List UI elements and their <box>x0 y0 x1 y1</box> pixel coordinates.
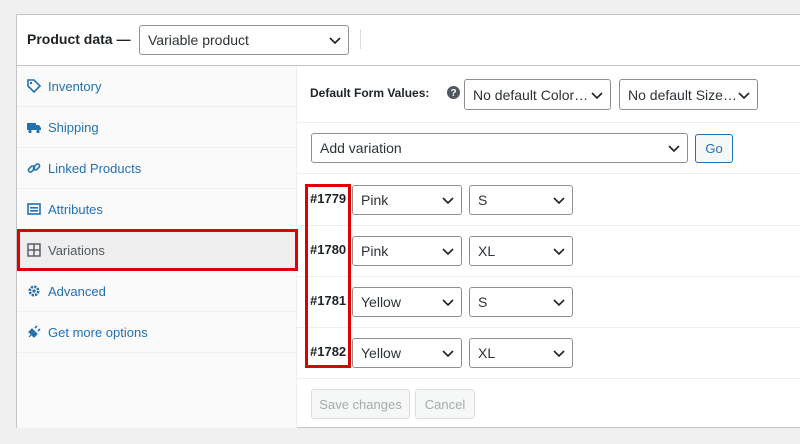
tab-advanced[interactable]: Advanced <box>17 271 296 312</box>
chevron-down-icon <box>442 248 454 256</box>
variation-color-value: Yellow <box>361 345 401 361</box>
list-icon <box>27 203 41 215</box>
chevron-down-icon <box>668 145 680 153</box>
chevron-down-icon <box>553 350 565 358</box>
chevron-down-icon <box>553 248 565 256</box>
variation-color-value: Pink <box>361 192 389 208</box>
default-color-value: No default Color… <box>473 86 589 103</box>
variation-color-select[interactable]: Pink <box>352 185 462 215</box>
default-size-select[interactable]: No default Size… <box>619 79 758 110</box>
variation-color-select[interactable]: Pink <box>352 236 462 266</box>
variation-color-value: Yellow <box>361 294 401 310</box>
variation-row[interactable]: #1779 Pink S <box>297 174 800 225</box>
variation-size-select[interactable]: S <box>469 287 573 317</box>
variation-id: #1782 <box>310 344 347 359</box>
tab-shipping[interactable]: Shipping <box>17 107 296 148</box>
variation-size-value: XL <box>478 345 496 361</box>
product-type-select[interactable]: Variable product <box>139 25 349 55</box>
product-data-panel: Product data — Variable product Inventor… <box>16 14 800 428</box>
header-divider <box>360 29 361 49</box>
chevron-down-icon <box>738 91 750 99</box>
add-variation-select[interactable]: Add variation <box>311 133 688 163</box>
chevron-down-icon <box>442 350 454 358</box>
variation-size-value: S <box>478 192 488 208</box>
default-size-value: No default Size… <box>628 86 737 103</box>
tab-linked-products[interactable]: Linked Products <box>17 148 296 189</box>
tab-label: Linked Products <box>48 161 142 176</box>
variation-size-select[interactable]: S <box>469 185 573 215</box>
link-icon <box>27 163 41 173</box>
product-data-label: Product data — <box>27 31 131 47</box>
divider <box>297 378 800 379</box>
cancel-button[interactable]: Cancel <box>415 389 475 419</box>
variation-row[interactable]: #1780 Pink XL <box>297 225 800 276</box>
variation-id: #1781 <box>310 293 347 308</box>
product-type-value: Variable product <box>148 32 249 48</box>
variation-id: #1779 <box>310 191 347 206</box>
variation-size-value: S <box>478 294 488 310</box>
variation-color-value: Pink <box>361 243 389 259</box>
save-changes-button[interactable]: Save changes <box>311 389 410 419</box>
tab-label: Advanced <box>48 284 106 299</box>
tab-variations[interactable]: Variations <box>17 230 296 271</box>
add-variation-value: Add variation <box>320 140 402 156</box>
plugin-icon <box>28 325 41 338</box>
product-data-tabs: Inventory Shipping Linked Products Attri… <box>17 66 297 428</box>
chevron-down-icon <box>553 197 565 205</box>
variation-color-select[interactable]: Yellow <box>352 338 462 368</box>
truck-icon <box>27 123 41 134</box>
product-data-header: Product data — Variable product <box>17 15 800 66</box>
variation-size-select[interactable]: XL <box>469 236 573 266</box>
go-button[interactable]: Go <box>695 134 733 163</box>
tab-label: Variations <box>48 243 105 258</box>
variation-size-value: XL <box>478 243 496 259</box>
grid-icon <box>27 243 41 257</box>
variation-id: #1780 <box>310 242 347 257</box>
default-color-select[interactable]: No default Color… <box>464 79 611 110</box>
chevron-down-icon <box>442 299 454 307</box>
tab-label: Attributes <box>48 202 103 217</box>
variation-row[interactable]: #1781 Yellow S <box>297 276 800 327</box>
chevron-down-icon <box>329 37 341 45</box>
chevron-down-icon <box>442 197 454 205</box>
tag-icon <box>27 79 42 94</box>
tab-label: Shipping <box>48 120 99 135</box>
chevron-down-icon <box>553 299 565 307</box>
tab-label: Inventory <box>48 79 102 94</box>
divider <box>297 122 800 123</box>
chevron-down-icon <box>591 91 603 99</box>
svg-text:?: ? <box>450 88 456 99</box>
gear-icon <box>28 285 40 297</box>
tab-inventory[interactable]: Inventory <box>17 66 296 107</box>
variation-row[interactable]: #1782 Yellow XL <box>297 327 800 378</box>
tab-get-more-options[interactable]: Get more options <box>17 312 296 353</box>
variation-size-select[interactable]: XL <box>469 338 573 368</box>
tab-attributes[interactable]: Attributes <box>17 189 296 230</box>
tab-label: Get more options <box>48 325 148 340</box>
variation-color-select[interactable]: Yellow <box>352 287 462 317</box>
default-form-values-label: Default Form Values: <box>310 86 430 100</box>
variations-panel: Default Form Values: ? No default Color…… <box>297 66 800 428</box>
help-icon[interactable]: ? <box>447 86 460 99</box>
